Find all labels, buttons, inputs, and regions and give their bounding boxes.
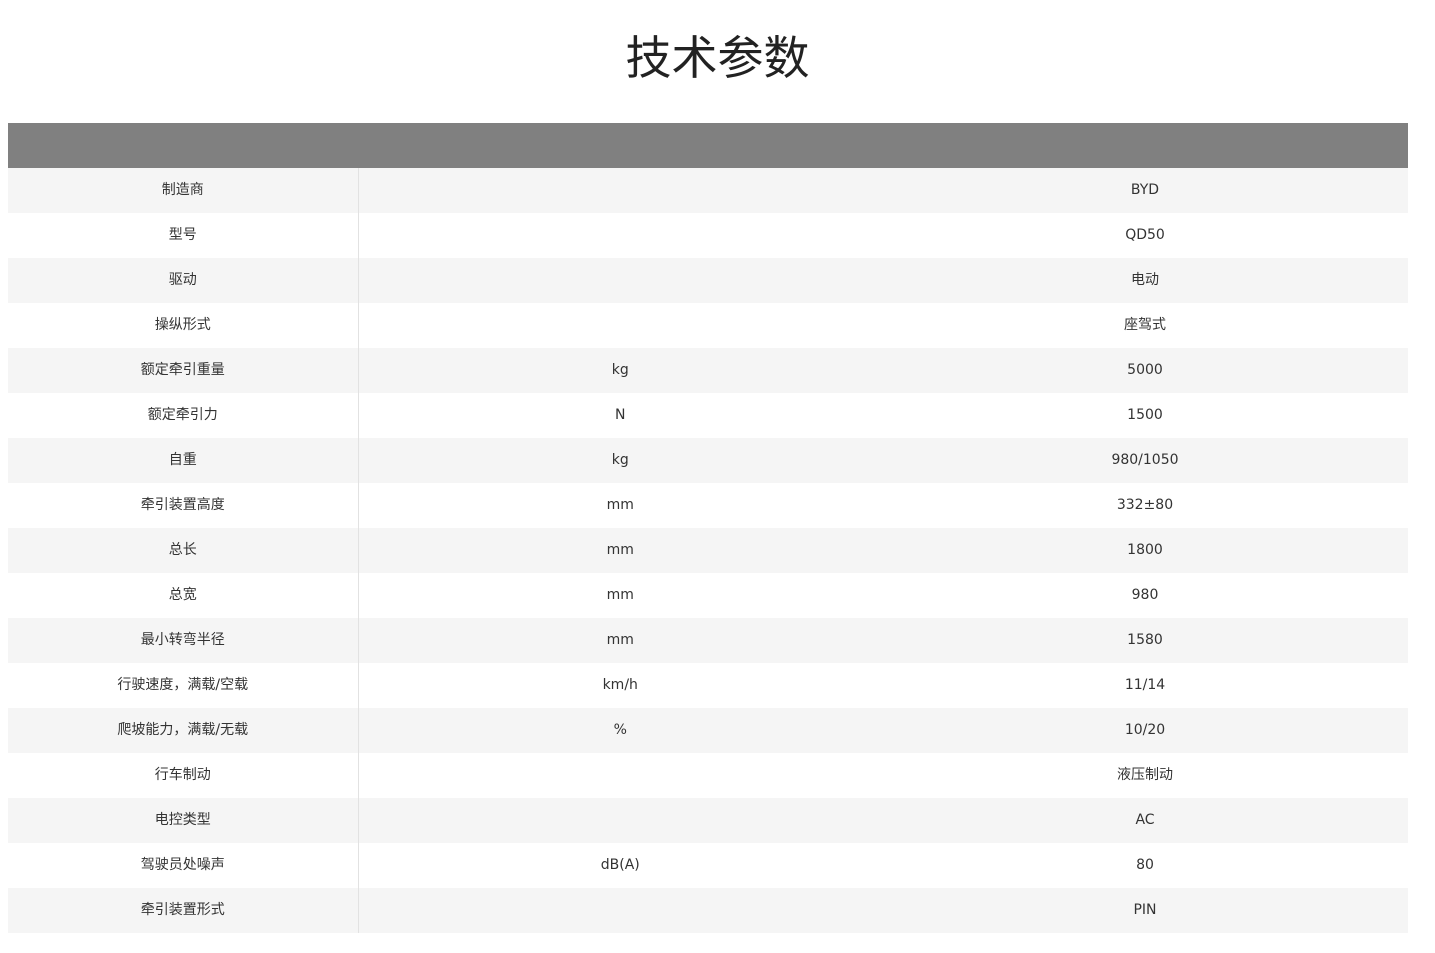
header-cell-value [882,123,1408,168]
value-cell: BYD [882,168,1408,213]
unit-cell: kg [358,438,882,483]
param-cell: 驾驶员处噪声 [8,843,359,888]
param-cell: 额定牵引重量 [8,348,359,393]
param-cell: 总长 [8,528,359,573]
value-cell: 980 [882,573,1408,618]
param-cell: 行驶速度，满载/空载 [8,663,359,708]
value-cell: 1800 [882,528,1408,573]
value-cell: 980/1050 [882,438,1408,483]
table-header-bar [8,123,1408,168]
table-row: 最小转弯半径 mm 1580 [8,618,1408,663]
unit-cell: mm [358,573,882,618]
table-row: 行驶速度，满载/空载 km/h 11/14 [8,663,1408,708]
spec-table: 制造商 BYD 型号 QD50 驱动 电动 操纵形式 座驾式 额定牵引重量 kg 5000 额定牵引力… [8,123,1409,933]
table-row: 爬坡能力，满载/无载% 10/20 [8,708,1408,753]
table-row: 额定牵引力 N 1500 [8,393,1408,438]
unit-cell [358,213,882,258]
table-row: 自重 kg 980/1050 [8,438,1408,483]
table-row: 制造商 BYD [8,168,1408,213]
value-cell: PIN [882,888,1408,933]
value-cell: QD50 [882,213,1408,258]
table-row: 型号 QD50 [8,213,1408,258]
table-row: 驱动 电动 [8,258,1408,303]
param-cell: 额定牵引力 [8,393,359,438]
value-cell: 332±80 [882,483,1408,528]
param-cell: 驱动 [8,258,359,303]
param-cell: 牵引装置形式 [8,888,359,933]
value-cell: 10/20 [882,708,1408,753]
header-cell-param [8,123,358,168]
table-row: 牵引装置高度 mm 332±80 [8,483,1408,528]
unit-cell [358,303,882,348]
param-cell: 行车制动 [8,753,359,798]
param-cell: 操纵形式 [8,303,359,348]
param-cell: 总宽 [8,573,359,618]
unit-cell: km/h [358,663,882,708]
param-cell: 制造商 [8,168,359,213]
value-cell: 11/14 [882,663,1408,708]
table-row: 操纵形式 座驾式 [8,303,1408,348]
table-row: 驾驶员处噪声 dB(A) 80 [8,843,1408,888]
unit-cell [358,168,882,213]
unit-cell [358,258,882,303]
param-cell: 型号 [8,213,359,258]
value-cell: 液压制动 [882,753,1408,798]
value-cell: 80 [882,843,1408,888]
spec-table-body: 制造商 BYD 型号 QD50 驱动 电动 操纵形式 座驾式 额定牵引重量 kg 5000 额定牵引力… [8,168,1408,933]
unit-cell: mm [358,483,882,528]
table-row: 牵引装置形式 PIN [8,888,1408,933]
param-cell: 最小转弯半径 [8,618,359,663]
table-row: 行车制动 液压制动 [8,753,1408,798]
unit-cell: mm [358,618,882,663]
table-row: 电控类型 AC [8,798,1408,843]
table-row: 总长 mm 1800 [8,528,1408,573]
value-cell: 座驾式 [882,303,1408,348]
value-cell: 5000 [882,348,1408,393]
param-cell: 自重 [8,438,359,483]
header-cell-unit [358,123,882,168]
param-cell: 电控类型 [8,798,359,843]
unit-cell [358,888,882,933]
unit-cell [358,798,882,843]
unit-cell: N [358,393,882,438]
param-cell: 爬坡能力，满载/无载 [8,708,359,753]
value-cell: 1500 [882,393,1408,438]
value-cell: 电动 [882,258,1408,303]
table-row: 额定牵引重量 kg 5000 [8,348,1408,393]
unit-cell: % [358,708,882,753]
unit-cell [358,753,882,798]
page-title: 技术参数 [625,31,810,85]
table-row: 总宽 mm 980 [8,573,1408,618]
param-cell: 牵引装置高度 [8,483,359,528]
value-cell: AC [882,798,1408,843]
unit-cell: kg [358,348,882,393]
value-cell: 1580 [882,618,1408,663]
unit-cell: mm [358,528,882,573]
unit-cell: dB(A) [358,843,882,888]
